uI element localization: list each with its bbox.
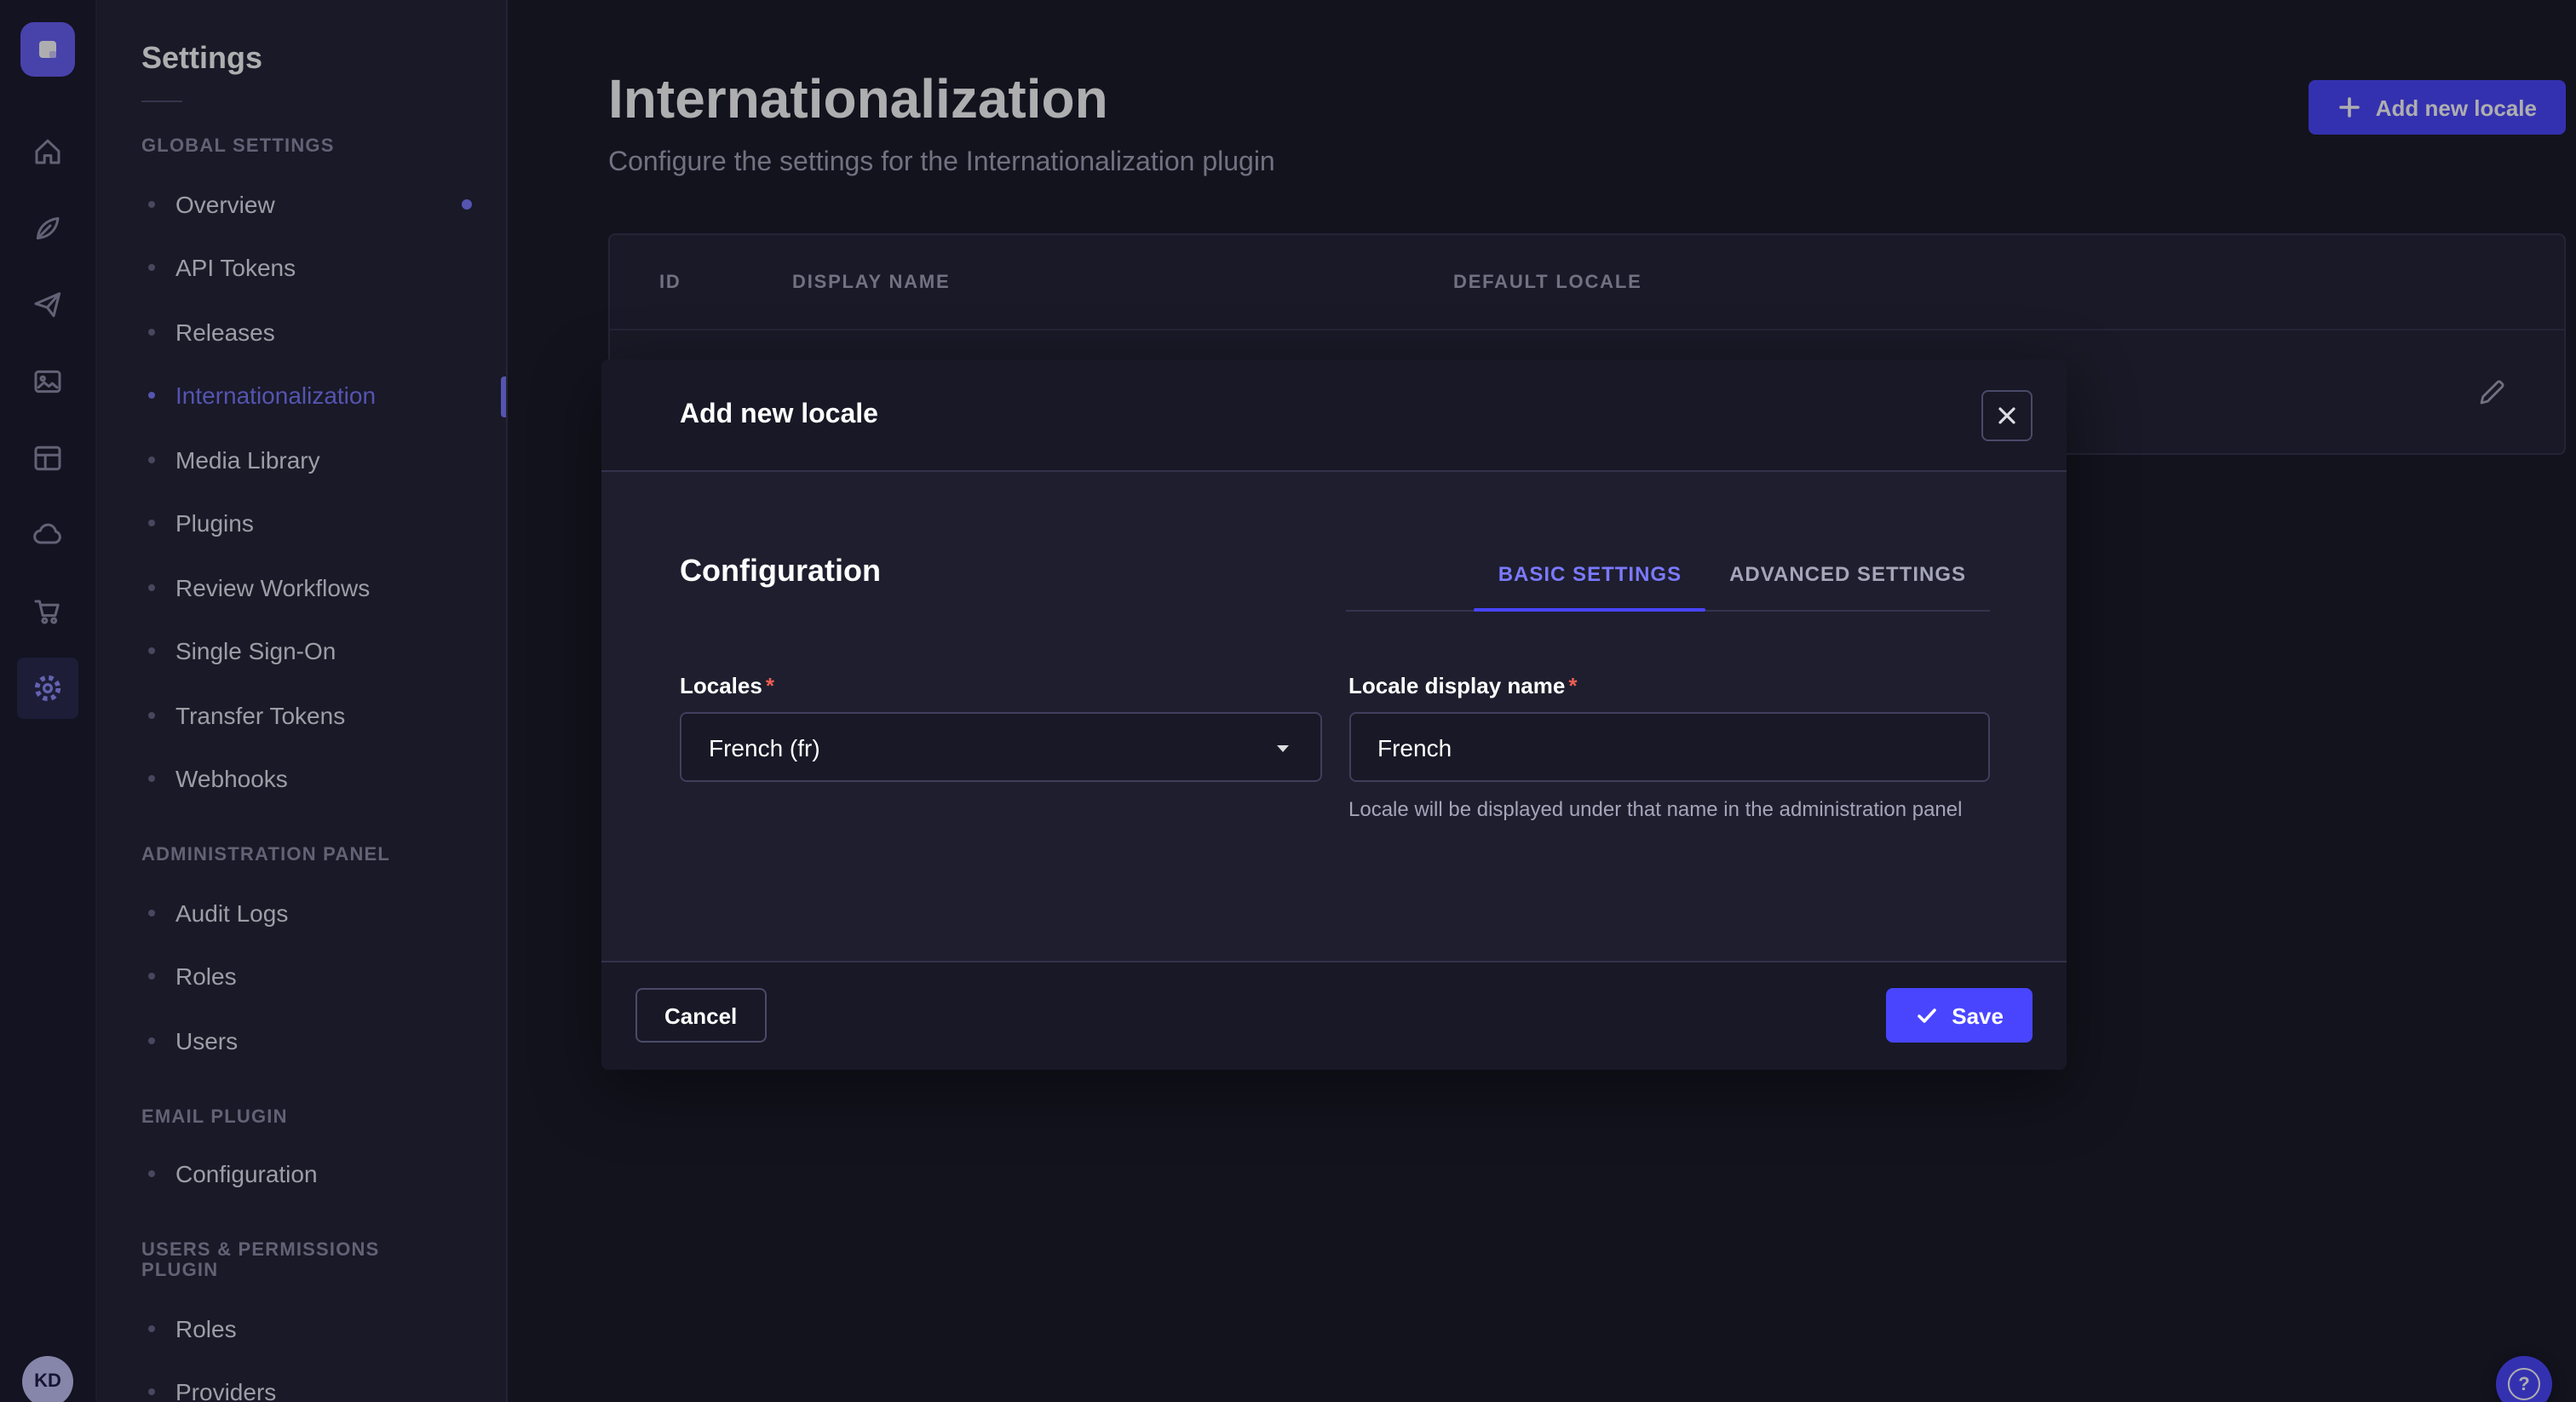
chevron-down-icon: [1272, 737, 1292, 757]
check-icon: [1914, 1004, 1938, 1028]
required-mark: *: [766, 673, 774, 698]
tab-basic-settings[interactable]: BASIC SETTINGS: [1475, 562, 1705, 610]
close-button[interactable]: [1981, 389, 2033, 440]
locales-select-value: French (fr): [709, 733, 820, 761]
tab-advanced-settings[interactable]: ADVANCED SETTINGS: [1705, 562, 1990, 610]
display-name-label: Locale display name*: [1348, 673, 1990, 698]
display-name-input[interactable]: [1348, 712, 1990, 782]
locales-select[interactable]: French (fr): [680, 712, 1321, 782]
close-icon: [1995, 403, 2019, 427]
required-mark: *: [1568, 673, 1577, 698]
locales-label: Locales*: [680, 673, 1321, 698]
cancel-button[interactable]: Cancel: [635, 989, 766, 1043]
save-button[interactable]: Save: [1885, 989, 2033, 1043]
add-locale-modal: Add new locale Configuration BASIC SETTI…: [601, 359, 2067, 1070]
modal-title: Add new locale: [680, 399, 878, 430]
save-label: Save: [1952, 1003, 2004, 1029]
modal-section-title: Configuration: [680, 554, 881, 612]
settings-tabs: BASIC SETTINGS ADVANCED SETTINGS: [1346, 562, 1990, 612]
display-name-hint: Locale will be displayed under that name…: [1348, 796, 1982, 825]
app-root: KD Settings GLOBAL SETTINGS Overview API…: [0, 0, 2576, 1402]
